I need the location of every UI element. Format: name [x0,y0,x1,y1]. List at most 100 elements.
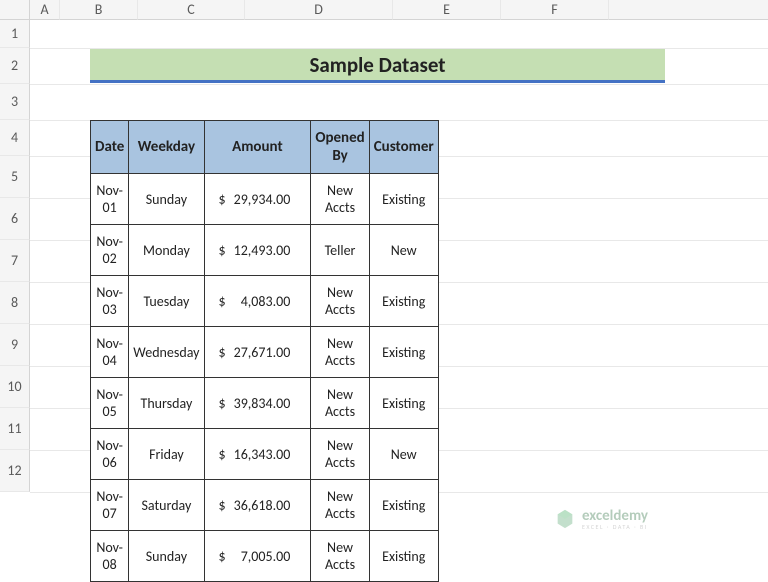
cell-weekday[interactable]: Sunday [129,174,204,225]
currency-symbol: $ [219,191,226,208]
table-row[interactable]: Nov-01Sunday$29,934.00New AcctsExisting [91,174,439,225]
cell-amount[interactable]: $12,493.00 [204,225,311,276]
watermark: exceldemy EXCEL · DATA · BI [554,508,648,530]
col-header-E[interactable]: E [393,0,501,20]
cell-weekday[interactable]: Sunday [129,531,204,582]
col-header-C[interactable]: C [138,0,245,20]
col-header-extra [609,0,768,20]
currency-symbol: $ [219,344,226,361]
amount-value: 36,618.00 [234,497,297,514]
header-date[interactable]: Date [91,121,129,174]
header-opened[interactable]: Opened By [311,121,369,174]
cell-customer[interactable]: Existing [369,327,438,378]
row-headers: 123456789101112 [0,20,30,492]
col-header-A[interactable]: A [30,0,60,20]
cell-amount[interactable]: $29,934.00 [204,174,311,225]
cell-customer[interactable]: Existing [369,174,438,225]
cell-weekday[interactable]: Thursday [129,378,204,429]
col-header-B[interactable]: B [60,0,138,20]
cell-opened-by[interactable]: New Accts [311,276,369,327]
cell-date[interactable]: Nov-03 [91,276,129,327]
cell-customer[interactable]: New [369,429,438,480]
header-customer[interactable]: Customer [369,121,438,174]
currency-symbol: $ [219,242,226,259]
row-header-5[interactable]: 5 [0,156,30,198]
data-table: Date Weekday Amount Opened By Customer N… [90,120,439,582]
amount-value: 29,934.00 [234,191,297,208]
cell-opened-by[interactable]: New Accts [311,480,369,531]
row-header-2[interactable]: 2 [0,48,30,84]
amount-value: 16,343.00 [234,446,297,463]
row-header-10[interactable]: 10 [0,366,30,408]
title-banner: Sample Dataset [90,49,665,83]
cell-amount[interactable]: $27,671.00 [204,327,311,378]
cell-opened-by[interactable]: New Accts [311,174,369,225]
row-header-3[interactable]: 3 [0,84,30,120]
amount-value: 39,834.00 [234,395,297,412]
table-row[interactable]: Nov-05Thursday$39,834.00New AcctsExistin… [91,378,439,429]
cell-weekday[interactable]: Friday [129,429,204,480]
table-row[interactable]: Nov-02Monday$12,493.00TellerNew [91,225,439,276]
cell-customer[interactable]: Existing [369,378,438,429]
watermark-main: exceldemy [582,509,648,524]
row-header-8[interactable]: 8 [0,282,30,324]
watermark-sub: EXCEL · DATA · BI [582,524,648,530]
amount-value: 7,005.00 [234,548,297,565]
cell-weekday[interactable]: Saturday [129,480,204,531]
cell-date[interactable]: Nov-08 [91,531,129,582]
col-header-F[interactable]: F [501,0,609,20]
select-all-corner[interactable] [0,0,30,20]
header-row: Date Weekday Amount Opened By Customer [91,121,439,174]
cell-opened-by[interactable]: New Accts [311,327,369,378]
table-row[interactable]: Nov-08Sunday$7,005.00New AcctsExisting [91,531,439,582]
cell-opened-by[interactable]: New Accts [311,531,369,582]
cell-opened-by[interactable]: New Accts [311,378,369,429]
cell-customer[interactable]: Existing [369,480,438,531]
cell-opened-by[interactable]: New Accts [311,429,369,480]
table-row[interactable]: Nov-06Friday$16,343.00New AcctsNew [91,429,439,480]
row-header-7[interactable]: 7 [0,240,30,282]
table-row[interactable]: Nov-03Tuesday$4,083.00New AcctsExisting [91,276,439,327]
currency-symbol: $ [219,548,226,565]
cell-date[interactable]: Nov-06 [91,429,129,480]
cell-amount[interactable]: $7,005.00 [204,531,311,582]
amount-value: 27,671.00 [234,344,297,361]
amount-value: 12,493.00 [234,242,297,259]
table-row[interactable]: Nov-07Saturday$36,618.00New AcctsExistin… [91,480,439,531]
currency-symbol: $ [219,446,226,463]
page-title: Sample Dataset [309,52,445,78]
spreadsheet-grid: ABCDEF 123456789101112 Sample Dataset Da… [0,0,768,560]
row-header-12[interactable]: 12 [0,450,30,492]
currency-symbol: $ [219,497,226,514]
cell-amount[interactable]: $36,618.00 [204,480,311,531]
amount-value: 4,083.00 [234,293,297,310]
cell-weekday[interactable]: Tuesday [129,276,204,327]
logo-icon [554,508,576,530]
cell-date[interactable]: Nov-01 [91,174,129,225]
row-header-1[interactable]: 1 [0,20,30,48]
currency-symbol: $ [219,395,226,412]
cell-date[interactable]: Nov-04 [91,327,129,378]
cell-opened-by[interactable]: Teller [311,225,369,276]
row-header-9[interactable]: 9 [0,324,30,366]
cell-weekday[interactable]: Wednesday [129,327,204,378]
table-row[interactable]: Nov-04Wednesday$27,671.00New AcctsExisti… [91,327,439,378]
cell-amount[interactable]: $4,083.00 [204,276,311,327]
cell-date[interactable]: Nov-07 [91,480,129,531]
cell-customer[interactable]: New [369,225,438,276]
currency-symbol: $ [219,293,226,310]
header-amount[interactable]: Amount [204,121,311,174]
cell-weekday[interactable]: Monday [129,225,204,276]
cell-date[interactable]: Nov-05 [91,378,129,429]
cell-amount[interactable]: $16,343.00 [204,429,311,480]
header-weekday[interactable]: Weekday [129,121,204,174]
row-header-6[interactable]: 6 [0,198,30,240]
cell-date[interactable]: Nov-02 [91,225,129,276]
cell-customer[interactable]: Existing [369,276,438,327]
row-header-11[interactable]: 11 [0,408,30,450]
row-header-4[interactable]: 4 [0,120,30,156]
col-header-D[interactable]: D [245,0,393,20]
cell-customer[interactable]: Existing [369,531,438,582]
column-headers: ABCDEF [30,0,768,20]
cell-amount[interactable]: $39,834.00 [204,378,311,429]
